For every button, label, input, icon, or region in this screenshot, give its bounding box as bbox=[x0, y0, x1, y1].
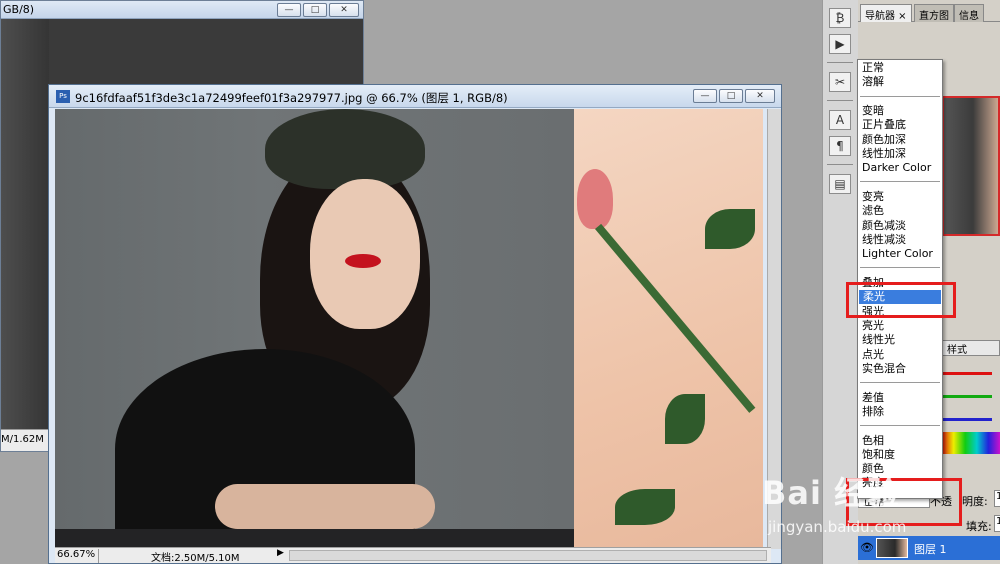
tool-presets-icon[interactable]: ✂ bbox=[829, 72, 851, 92]
photo-arm bbox=[215, 484, 435, 529]
document-size: 文档:2.50M/5.10M bbox=[151, 553, 240, 564]
actions-play-icon[interactable]: ▶ bbox=[829, 34, 851, 54]
photo-leaf bbox=[615, 489, 675, 525]
blend-normal[interactable]: 正常 bbox=[858, 61, 942, 75]
document-title: 9c16fdfaaf51f3de3c1a72499feef01f3a297977… bbox=[75, 91, 508, 105]
navigator-thumbnail bbox=[944, 98, 998, 234]
maximize-button[interactable]: □ bbox=[303, 3, 327, 17]
navigator-preview[interactable] bbox=[942, 96, 1000, 236]
blend-pin-light[interactable]: 点光 bbox=[858, 348, 942, 362]
document-status-bar: 66.67% 文档:2.50M/5.10M ▶ bbox=[55, 547, 771, 564]
photo-leaf bbox=[665, 394, 705, 444]
blend-linear-dodge[interactable]: 线性减淡 bbox=[858, 233, 942, 247]
character-icon[interactable]: A bbox=[829, 110, 851, 130]
tab-info[interactable]: 信息 bbox=[954, 4, 984, 22]
layer-row[interactable]: 👁 图层 1 bbox=[858, 536, 1000, 560]
layer-comps-icon[interactable]: ▤ bbox=[829, 174, 851, 194]
fill-input[interactable]: 1 bbox=[994, 515, 1000, 532]
blend-darker-color[interactable]: Darker Color bbox=[858, 161, 942, 175]
background-status-text: M/1.62M bbox=[1, 434, 44, 445]
photo-rose bbox=[577, 169, 613, 229]
blend-screen[interactable]: 滤色 bbox=[858, 204, 942, 218]
photoshop-document-icon: Ps bbox=[56, 90, 70, 103]
photo-bottom-strip bbox=[55, 529, 574, 549]
blend-vivid-light[interactable]: 亮光 bbox=[858, 319, 942, 333]
blue-slider[interactable] bbox=[942, 418, 992, 421]
menu-separator bbox=[860, 267, 940, 268]
background-title-bar[interactable]: GB/8) — □ ✕ bbox=[1, 1, 363, 19]
highlight-soft-light bbox=[846, 282, 956, 318]
background-photo bbox=[1, 19, 49, 431]
photo-hat bbox=[265, 109, 425, 189]
blend-lighten[interactable]: 变亮 bbox=[858, 190, 942, 204]
strip-divider bbox=[827, 100, 853, 101]
strip-divider bbox=[827, 62, 853, 63]
minimize-button[interactable]: — bbox=[693, 89, 717, 103]
blend-saturation[interactable]: 饱和度 bbox=[858, 448, 942, 462]
blend-lighter-color[interactable]: Lighter Color bbox=[858, 247, 942, 261]
photo-leaf bbox=[705, 209, 755, 249]
document-title-bar[interactable]: Ps 9c16fdfaaf51f3de3c1a72499feef01f3a297… bbox=[49, 85, 781, 108]
status-menu-arrow-icon[interactable]: ▶ bbox=[277, 548, 284, 558]
watermark-url: jingyan.baidu.com bbox=[768, 518, 907, 536]
blend-color-dodge[interactable]: 颜色减淡 bbox=[858, 219, 942, 233]
photo-lips bbox=[345, 254, 381, 268]
paragraph-icon[interactable]: ¶ bbox=[829, 136, 851, 156]
blend-difference[interactable]: 差值 bbox=[858, 391, 942, 405]
horizontal-scrollbar[interactable] bbox=[289, 550, 767, 561]
blend-multiply[interactable]: 正片叠底 bbox=[858, 118, 942, 132]
blend-linear-burn[interactable]: 线性加深 bbox=[858, 147, 942, 161]
history-icon[interactable]: ₿ bbox=[829, 8, 851, 28]
fill-label: 填充: bbox=[966, 520, 992, 533]
green-slider[interactable] bbox=[942, 395, 992, 398]
red-slider[interactable] bbox=[942, 372, 992, 375]
tab-histogram[interactable]: 直方图 bbox=[914, 4, 954, 22]
close-button[interactable]: ✕ bbox=[329, 3, 359, 17]
color-ramp[interactable] bbox=[942, 432, 1000, 454]
background-title: GB/8) bbox=[3, 3, 35, 16]
blend-linear-light[interactable]: 线性光 bbox=[858, 333, 942, 347]
zoom-level[interactable]: 66.67% bbox=[55, 549, 99, 563]
menu-separator bbox=[860, 382, 940, 383]
image-canvas[interactable] bbox=[55, 109, 763, 549]
blend-hue[interactable]: 色相 bbox=[858, 434, 942, 448]
blend-hard-mix[interactable]: 实色混合 bbox=[858, 362, 942, 376]
baidu-watermark-logo: Bai 经验 bbox=[762, 474, 901, 512]
blend-color-burn[interactable]: 颜色加深 bbox=[858, 133, 942, 147]
close-button[interactable]: ✕ bbox=[745, 89, 775, 103]
tab-navigator[interactable]: 导航器 × bbox=[860, 4, 912, 22]
menu-separator bbox=[860, 425, 940, 426]
blend-darken[interactable]: 变暗 bbox=[858, 104, 942, 118]
menu-separator bbox=[860, 96, 940, 97]
blend-dissolve[interactable]: 溶解 bbox=[858, 75, 942, 89]
strip-divider bbox=[827, 164, 853, 165]
opacity-label: 明度: bbox=[962, 495, 988, 508]
layer-name: 图层 1 bbox=[914, 543, 947, 556]
panel-tabs: 导航器 × 直方图 信息 bbox=[858, 4, 1000, 22]
visibility-eye-icon[interactable]: 👁 bbox=[860, 541, 874, 554]
opacity-input[interactable]: 1 bbox=[994, 490, 1000, 507]
maximize-button[interactable]: □ bbox=[719, 89, 743, 103]
blend-mode-menu: 正常 溶解 变暗 正片叠底 颜色加深 线性加深 Darker Color 变亮 … bbox=[857, 59, 943, 499]
document-window: Ps 9c16fdfaaf51f3de3c1a72499feef01f3a297… bbox=[48, 84, 782, 564]
blend-exclusion[interactable]: 排除 bbox=[858, 405, 942, 419]
tab-styles[interactable]: 样式 bbox=[942, 340, 1000, 356]
minimize-button[interactable]: — bbox=[277, 3, 301, 17]
menu-separator bbox=[860, 181, 940, 182]
layer-thumbnail bbox=[876, 538, 908, 558]
